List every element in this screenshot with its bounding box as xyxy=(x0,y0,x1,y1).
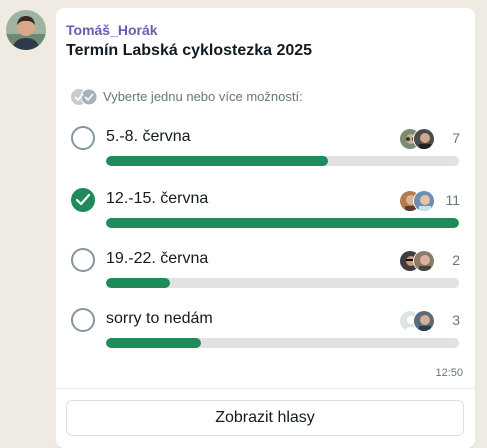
vote-progress-fill xyxy=(106,278,170,288)
radio-unchecked-icon[interactable] xyxy=(71,308,95,332)
poll-option[interactable]: 19.-22. června 2 xyxy=(56,244,475,300)
voter-avatars xyxy=(399,128,439,150)
voter-avatars xyxy=(399,310,439,332)
poll-option-label: 12.-15. června xyxy=(106,190,209,207)
vote-progress-bar xyxy=(106,278,459,288)
poll-message-bubble: Tomáš_Horák Termín Labská cyklostezka 20… xyxy=(56,8,475,448)
vote-progress-fill xyxy=(106,218,459,228)
voter-avatar-icon xyxy=(413,310,435,332)
sender-avatar[interactable] xyxy=(6,10,46,50)
radio-unchecked-icon[interactable] xyxy=(71,126,95,150)
divider xyxy=(56,388,475,389)
voter-avatars xyxy=(399,250,439,272)
vote-count: 7 xyxy=(452,130,460,146)
vote-progress-fill xyxy=(106,338,202,348)
vote-count: 11 xyxy=(445,192,460,208)
poll-option-label: sorry to nedám xyxy=(106,310,213,327)
voter-avatar-icon xyxy=(413,190,435,212)
vote-progress-bar xyxy=(106,218,459,228)
vote-progress-fill xyxy=(106,156,329,166)
radio-checked-icon[interactable] xyxy=(71,188,95,212)
vote-progress-bar xyxy=(106,156,459,166)
vote-progress-bar xyxy=(106,338,459,348)
poll-option-label: 19.-22. června xyxy=(106,250,209,267)
message-timestamp: 12:50 xyxy=(435,367,463,379)
poll-hint-text: Vyberte jednu nebo více možností: xyxy=(103,89,303,104)
voter-avatars xyxy=(399,190,439,212)
poll-option[interactable]: 5.-8. června 7 xyxy=(56,122,475,178)
voter-avatar-icon xyxy=(413,250,435,272)
view-votes-button[interactable]: Zobrazit hlasy xyxy=(66,400,464,436)
vote-count: 2 xyxy=(452,252,460,268)
sender-name[interactable]: Tomáš_Horák xyxy=(66,22,158,38)
double-check-icon xyxy=(70,88,100,106)
poll-option[interactable]: sorry to nedám 3 xyxy=(56,304,475,360)
poll-question: Termín Labská cyklostezka 2025 xyxy=(66,42,313,59)
poll-option-label: 5.-8. června xyxy=(106,128,191,145)
radio-unchecked-icon[interactable] xyxy=(71,248,95,272)
vote-count: 3 xyxy=(452,312,460,328)
poll-option[interactable]: 12.-15. června 11 xyxy=(56,184,475,240)
voter-avatar-icon xyxy=(413,128,435,150)
